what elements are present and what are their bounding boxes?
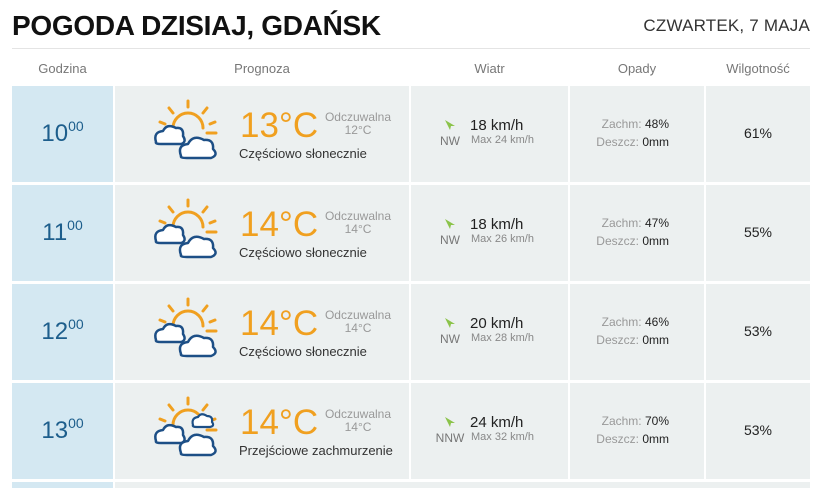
table-row[interactable]: 1000 13°C Odczuwalna 12°C Częściowo słon… <box>12 86 810 182</box>
hour-label: 1200 <box>41 316 84 345</box>
feels-like-label: Odczuwalna <box>324 407 392 421</box>
feels-like: Odczuwalna 14°C <box>320 210 396 236</box>
feels-like-label: Odczuwalna <box>324 209 392 223</box>
precip-cell: Zachm: 48% Deszcz: 0mm <box>570 86 704 182</box>
feels-like-value: 12°C <box>344 123 372 137</box>
hour-cell: 1200 <box>12 284 113 380</box>
temperature: 14°C <box>240 304 319 343</box>
condition-text: Częściowo słonecznie <box>239 344 367 359</box>
forecast-cell: 14°C Odczuwalna 14°C Częściowo słonecznie <box>115 185 409 281</box>
humidity-value: 53% <box>743 323 773 339</box>
wind-max: Max 24 km/h <box>471 134 534 146</box>
col-humidity-header: Wilgotność <box>726 61 790 76</box>
feels-like-label: Odczuwalna <box>324 110 392 124</box>
humidity-cell: 55% <box>706 185 810 281</box>
wind-cell: NNW 24 km/h Max 32 km/h <box>411 383 568 479</box>
feels-like: Odczuwalna 12°C <box>320 111 396 137</box>
feels-like: Odczuwalna 14°C <box>320 309 396 335</box>
feels-like-label: Odczuwalna <box>324 308 392 322</box>
hour-label: 1000 <box>41 118 84 147</box>
temperature: 14°C <box>240 205 319 244</box>
partly-sunny-icon <box>154 198 218 259</box>
hour-label: 1300 <box>41 415 84 444</box>
cloud-cover: Zachm: 48% <box>601 117 669 131</box>
wind-direction: NW <box>440 233 460 247</box>
forecast-cell: 13°C Odczuwalna 12°C Częściowo słonecznie <box>115 86 409 182</box>
table-row[interactable]: 1200 14°C Odczuwalna 14°C Częściowo słon… <box>12 284 810 380</box>
precip-cell: Zachm: 47% Deszcz: 0mm <box>570 185 704 281</box>
wind-cell: NW 20 km/h Max 28 km/h <box>411 284 568 380</box>
cloud-cover: Zachm: 46% <box>601 315 669 329</box>
condition-text: Częściowo słonecznie <box>239 245 367 260</box>
rainfall: Deszcz: 0mm <box>596 135 669 149</box>
col-forecast-header: Prognoza <box>234 61 290 76</box>
page-title: POGODA DZISIAJ, GDAŃSK <box>12 10 381 41</box>
wind-max: Max 28 km/h <box>471 332 534 344</box>
wind-cell: NW 18 km/h Max 26 km/h <box>411 185 568 281</box>
forecast-cell: 14°C Odczuwalna 14°C Przejściowe zachmurz… <box>115 383 409 479</box>
feels-like-value: 14°C <box>344 222 372 236</box>
hour-label: 1100 <box>42 217 83 246</box>
precip-cell: Zachm: 46% Deszcz: 0mm <box>570 284 704 380</box>
forecast-cell: 14°C Odczuwalna 14°C Częściowo słonecznie <box>115 284 409 380</box>
humidity-cell: 53% <box>706 383 810 479</box>
wind-max: Max 32 km/h <box>471 431 534 443</box>
hour-cell: 1000 <box>12 86 113 182</box>
humidity-cell: 61% <box>706 86 810 182</box>
condition-text: Częściowo słonecznie <box>239 146 367 161</box>
wind-direction-icon <box>445 417 455 427</box>
wind-speed: 24 km/h <box>470 414 524 431</box>
cloud-cover: Zachm: 70% <box>601 414 669 428</box>
wind-speed: 20 km/h <box>470 315 524 332</box>
col-wind-header: Wiatr <box>474 61 505 76</box>
col-hour-header: Godzina <box>38 61 87 76</box>
table-row[interactable]: 1100 14°C Odczuwalna 14°C Częściowo słon… <box>12 185 810 281</box>
feels-like-value: 14°C <box>344 420 372 434</box>
wind-direction-icon <box>445 219 455 229</box>
wind-direction: NW <box>440 332 460 346</box>
condition-text: Przejściowe zachmurzenie <box>239 443 393 458</box>
wind-direction: NW <box>440 134 460 148</box>
rainfall: Deszcz: 0mm <box>596 432 669 446</box>
wind-max: Max 26 km/h <box>471 233 534 245</box>
table-row[interactable]: 1300 14°C Odczuwalna 14°C Przejściowe za… <box>12 383 810 479</box>
column-headers: Godzina Prognoza Wiatr Opady Wilgotność <box>0 49 816 86</box>
variable-clouds-icon <box>154 396 218 457</box>
wind-direction-icon <box>445 318 455 328</box>
feels-like-value: 14°C <box>344 321 372 335</box>
temperature: 13°C <box>240 106 319 145</box>
cloud-cover: Zachm: 47% <box>601 216 669 230</box>
rainfall: Deszcz: 0mm <box>596 234 669 248</box>
precip-cell: Zachm: 70% Deszcz: 0mm <box>570 383 704 479</box>
humidity-cell: 53% <box>706 284 810 380</box>
wind-speed: 18 km/h <box>470 216 524 233</box>
temperature: 14°C <box>240 403 319 442</box>
rainfall: Deszcz: 0mm <box>596 333 669 347</box>
page-header: POGODA DZISIAJ, GDAŃSK CZWARTEK, 7 MAJA <box>0 0 816 48</box>
hour-cell: 1300 <box>12 383 113 479</box>
wind-cell: NW 18 km/h Max 24 km/h <box>411 86 568 182</box>
feels-like: Odczuwalna 14°C <box>320 408 396 434</box>
wind-direction-icon <box>445 120 455 130</box>
date-label: CZWARTEK, 7 MAJA <box>643 16 810 35</box>
wind-speed: 18 km/h <box>470 117 524 134</box>
next-row-partial <box>12 482 810 488</box>
humidity-value: 55% <box>743 224 773 240</box>
hour-cell: 1100 <box>12 185 113 281</box>
humidity-value: 61% <box>743 125 773 141</box>
humidity-value: 53% <box>743 422 773 438</box>
partly-sunny-icon <box>154 297 218 358</box>
col-precip-header: Opady <box>617 61 657 76</box>
wind-direction: NNW <box>435 431 465 445</box>
partly-sunny-icon <box>154 99 218 160</box>
